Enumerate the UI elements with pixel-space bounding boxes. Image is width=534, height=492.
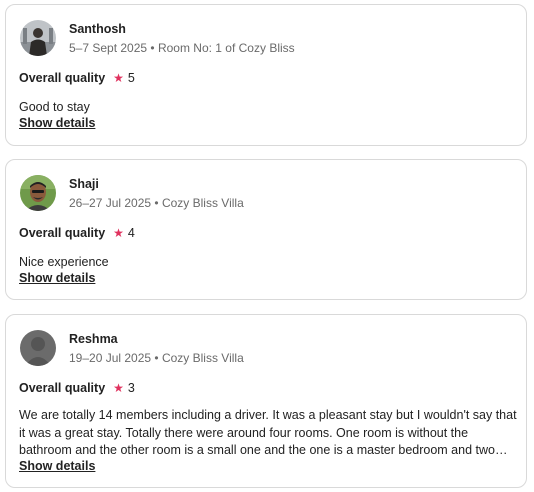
review-comment: Good to stay bbox=[19, 100, 90, 114]
review-card: Shaji 26–27 Jul 2025 • Cozy Bliss Villa … bbox=[5, 159, 527, 300]
review-card: Santhosh 5–7 Sept 2025 • Room No: 1 of C… bbox=[5, 4, 527, 146]
show-details-link[interactable]: Show details bbox=[19, 116, 95, 130]
avatar[interactable] bbox=[20, 330, 56, 366]
overall-quality: Overall quality ★ 5 bbox=[19, 71, 135, 85]
rating-value: 3 bbox=[127, 381, 135, 395]
show-details-link[interactable]: Show details bbox=[19, 459, 95, 473]
star-icon: ★ bbox=[113, 381, 124, 395]
quality-label: Overall quality bbox=[19, 71, 106, 85]
review-card: Reshma 19–20 Jul 2025 • Cozy Bliss Villa… bbox=[5, 314, 527, 488]
reviewer-name: Shaji bbox=[69, 177, 99, 191]
overall-quality: Overall quality ★ 3 bbox=[19, 381, 135, 395]
review-meta: 26–27 Jul 2025 • Cozy Bliss Villa bbox=[69, 196, 244, 210]
rating-value: 4 bbox=[127, 226, 135, 240]
overall-quality: Overall quality ★ 4 bbox=[19, 226, 135, 240]
user-photo-icon bbox=[20, 175, 56, 211]
review-meta: 5–7 Sept 2025 • Room No: 1 of Cozy Bliss bbox=[69, 41, 295, 55]
reviewer-name: Reshma bbox=[69, 332, 118, 346]
rating-value: 5 bbox=[127, 71, 135, 85]
review-comment-text: We are totally 14 members including a dr… bbox=[19, 408, 517, 457]
user-photo-icon bbox=[20, 20, 56, 56]
review-meta: 19–20 Jul 2025 • Cozy Bliss Villa bbox=[69, 351, 244, 365]
star-icon: ★ bbox=[113, 226, 124, 240]
default-avatar-icon bbox=[20, 330, 56, 366]
quality-label: Overall quality bbox=[19, 226, 106, 240]
review-comment: Nice experience bbox=[19, 255, 109, 269]
star-icon: ★ bbox=[113, 71, 124, 85]
show-details-link[interactable]: Show details bbox=[19, 271, 95, 285]
avatar[interactable] bbox=[20, 20, 56, 56]
quality-label: Overall quality bbox=[19, 381, 106, 395]
review-comment: We are totally 14 members including a dr… bbox=[19, 407, 517, 459]
avatar[interactable] bbox=[20, 175, 56, 211]
reviewer-name: Santhosh bbox=[69, 22, 126, 36]
